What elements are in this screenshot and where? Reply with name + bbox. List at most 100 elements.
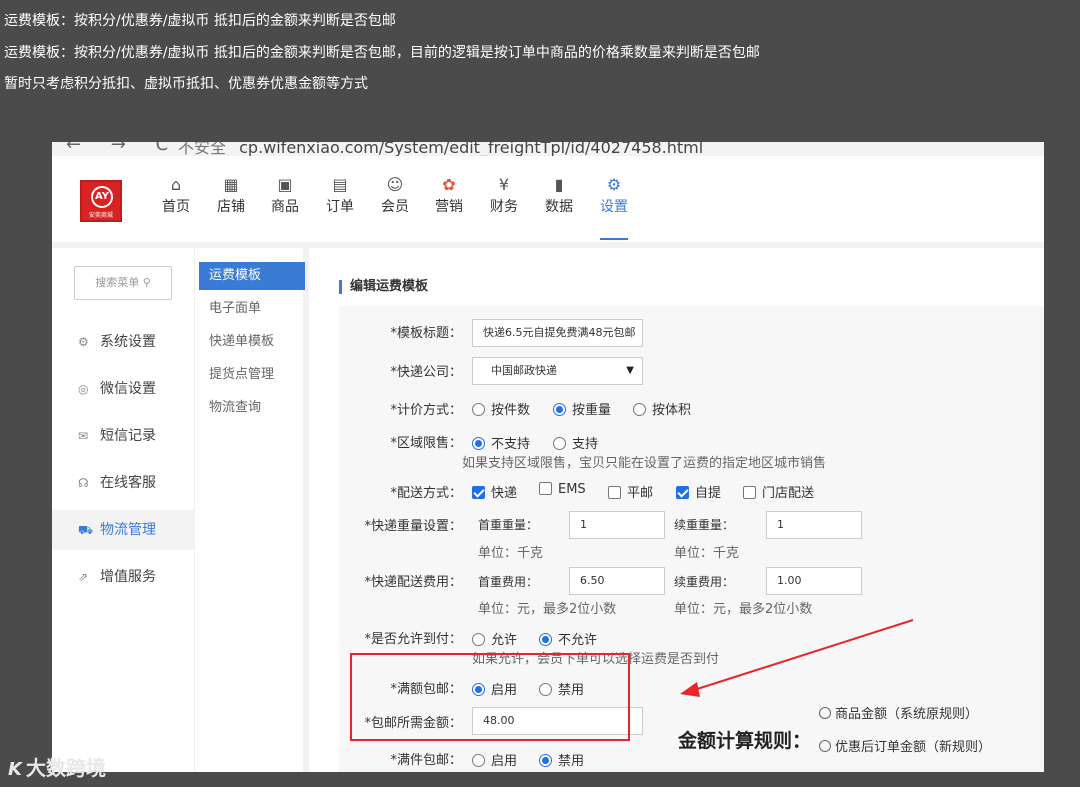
pricing-by-count-radio[interactable]: 按件数 <box>472 399 530 418</box>
delivery-pickup-checkbox[interactable]: 自提 <box>676 482 721 501</box>
watermark: K 大数跨境 <box>8 752 106 781</box>
nav-shop[interactable]: ▦ 店铺 <box>209 174 253 216</box>
rule-option-discounted-amount[interactable]: 优惠后订单金额（新规则） <box>819 736 991 755</box>
note-line-1: 运费模板：按积分/优惠券/虚拟币 抵扣后的金额来判断是否包邮 <box>4 13 396 29</box>
template-title-input[interactable]: 快递6.5元自提免费满48元包邮 <box>472 319 643 347</box>
region-unsupported-radio[interactable]: 不支持 <box>472 433 530 452</box>
store-logo[interactable]: AY 安奕商城 <box>80 180 122 222</box>
radio-icon <box>472 754 485 767</box>
subnav-e-waybill[interactable]: 电子面单 <box>199 295 305 323</box>
sidebar-item-label: 物流管理 <box>100 522 156 538</box>
radio-label: 启用 <box>491 754 518 769</box>
nav-data-label: 数据 <box>545 199 573 215</box>
sidebar-item-value-added[interactable]: ⇗ 增值服务 <box>52 557 195 597</box>
region-label: *区域限售： <box>390 436 462 451</box>
region-supported-radio[interactable]: 支持 <box>553 433 598 452</box>
region-hint: 如果支持区域限售，宝贝只能在设置了运费的指定地区城市销售 <box>462 456 827 471</box>
cod-disallow-radio[interactable]: 不允许 <box>539 629 597 648</box>
highlight-box <box>350 653 630 741</box>
nav-settings[interactable]: ⚙ 设置 <box>592 174 636 216</box>
nav-goods[interactable]: ▣ 商品 <box>263 174 307 216</box>
top-navigation: AY 安奕商城 ⌂ 首页 ▦ 店铺 ▣ 商品 ▤ 订单 ☺ 会员 ✿ 营销 ¥ <box>52 156 1044 242</box>
checkbox-label: 快递 <box>491 486 518 501</box>
logo-text: 安奕商城 <box>88 212 113 219</box>
radio-label: 支持 <box>572 437 599 452</box>
first-weight-unit: 单位：千克 <box>478 546 544 561</box>
finance-icon: ¥ <box>498 175 510 194</box>
courier-select[interactable]: 中国邮政快递 ▼ <box>472 357 643 385</box>
checkbox-icon <box>608 486 621 499</box>
checkbox-checked-icon <box>676 486 689 499</box>
radio-checked-icon <box>553 403 566 416</box>
courier-selected: 中国邮政快递 <box>491 364 557 377</box>
template-title-label: *模板标题： <box>390 326 462 341</box>
sidebar-item-system-settings[interactable]: ⚙ 系统设置 <box>52 322 195 362</box>
subnav-express-template[interactable]: 快递单模板 <box>199 328 305 356</box>
free-count-enable-radio[interactable]: 启用 <box>472 750 517 769</box>
sidebar-item-sms-records[interactable]: ✉ 短信记录 <box>52 416 195 456</box>
delivery-post-checkbox[interactable]: 平邮 <box>608 482 653 501</box>
rule-option-label: 商品金额（系统原规则） <box>835 707 979 722</box>
first-weight-label: 首重重量： <box>478 518 539 532</box>
next-fee-unit: 单位：元，最多2位小数 <box>674 602 813 617</box>
shop-icon: ▦ <box>223 175 239 194</box>
cod-allow-radio[interactable]: 允许 <box>472 629 517 648</box>
first-weight-input[interactable]: 1 <box>569 511 665 539</box>
delivery-ems-checkbox[interactable]: EMS <box>539 482 586 497</box>
radio-icon <box>819 740 831 752</box>
radio-checked-icon <box>539 754 552 767</box>
pricing-by-weight-radio[interactable]: 按重量 <box>553 399 611 418</box>
subnav-freight-template[interactable]: 运费模板 <box>199 262 305 290</box>
radio-label: 允许 <box>491 633 518 648</box>
subnav-pickup-points[interactable]: 提货点管理 <box>199 361 305 389</box>
nav-marketing[interactable]: ✿ 营销 <box>427 174 471 216</box>
nav-marketing-label: 营销 <box>435 199 463 215</box>
next-fee-input[interactable]: 1.00 <box>766 567 862 595</box>
next-fee-label: 续重费用： <box>674 575 735 589</box>
pricing-label: *计价方式： <box>390 403 462 418</box>
logo-mark: AY <box>91 186 113 208</box>
browser-nav-buttons[interactable]: ← → C <box>66 142 180 155</box>
sidebar-item-logistics[interactable]: ⛟ 物流管理 <box>52 510 195 550</box>
delivery-express-checkbox[interactable]: 快递 <box>472 482 517 501</box>
nav-orders[interactable]: ▤ 订单 <box>318 174 362 216</box>
pricing-by-volume-radio[interactable]: 按体积 <box>633 399 691 418</box>
first-fee-input[interactable]: 6.50 <box>569 567 665 595</box>
radio-icon <box>633 403 646 416</box>
radio-label: 按体积 <box>652 403 692 418</box>
note-line-2: 运费模板：按积分/优惠券/虚拟币 抵扣后的金额来判断是否包邮，目前的逻辑是按订单… <box>4 45 760 61</box>
radio-icon <box>553 437 566 450</box>
nav-data[interactable]: ▮ 数据 <box>537 174 581 216</box>
checkbox-label: 平邮 <box>627 486 654 501</box>
goods-icon: ▣ <box>277 175 293 194</box>
nav-members[interactable]: ☺ 会员 <box>373 174 417 216</box>
chevron-down-icon: ▼ <box>626 365 634 376</box>
next-weight-input[interactable]: 1 <box>766 511 862 539</box>
subnav-logistics-query[interactable]: 物流查询 <box>199 394 305 422</box>
radio-label: 按重量 <box>572 403 612 418</box>
note-line-3: 暂时只考虑积分抵扣、虚拟币抵扣、优惠券优惠金额等方式 <box>4 76 368 92</box>
security-warning: 不安全 <box>178 142 227 156</box>
sidebar-item-wechat-settings[interactable]: ◎ 微信设置 <box>52 369 195 409</box>
free-count-disable-radio[interactable]: 禁用 <box>539 750 584 769</box>
menu-search-input[interactable]: 搜索菜单 ⚲ <box>74 266 172 300</box>
wechat-icon: ◎ <box>78 382 89 396</box>
checkbox-label: EMS <box>558 482 586 497</box>
sidebar-item-label: 在线客服 <box>100 475 156 491</box>
sidebar-item-label: 短信记录 <box>100 428 156 444</box>
nav-finance[interactable]: ¥ 财务 <box>482 174 526 216</box>
nav-home-label: 首页 <box>162 199 190 215</box>
chart-icon: ⇗ <box>78 570 89 584</box>
watermark-logo: K <box>8 759 22 780</box>
nav-orders-label: 订单 <box>326 199 354 215</box>
delivery-store-checkbox[interactable]: 门店配送 <box>743 482 814 501</box>
member-icon: ☺ <box>386 175 404 194</box>
left-sidebar: 搜索菜单 ⚲ ⚙ 系统设置 ◎ 微信设置 ✉ 短信记录 ☊ 在线客服 ⛟ 物流管理 ⇗ 增值… <box>52 248 195 772</box>
rule-option-goods-amount[interactable]: 商品金额（系统原规则） <box>819 703 978 722</box>
rule-option-label: 优惠后订单金额（新规则） <box>835 740 992 755</box>
browser-url[interactable]: 不安全 cp.wifenxiao.com/System/edit_freight… <box>178 142 703 156</box>
url-text: cp.wifenxiao.com/System/edit_freightTpl/… <box>239 142 704 156</box>
free-count-label: *满件包邮： <box>390 753 462 768</box>
nav-home[interactable]: ⌂ 首页 <box>154 174 198 216</box>
sidebar-item-online-service[interactable]: ☊ 在线客服 <box>52 463 195 503</box>
